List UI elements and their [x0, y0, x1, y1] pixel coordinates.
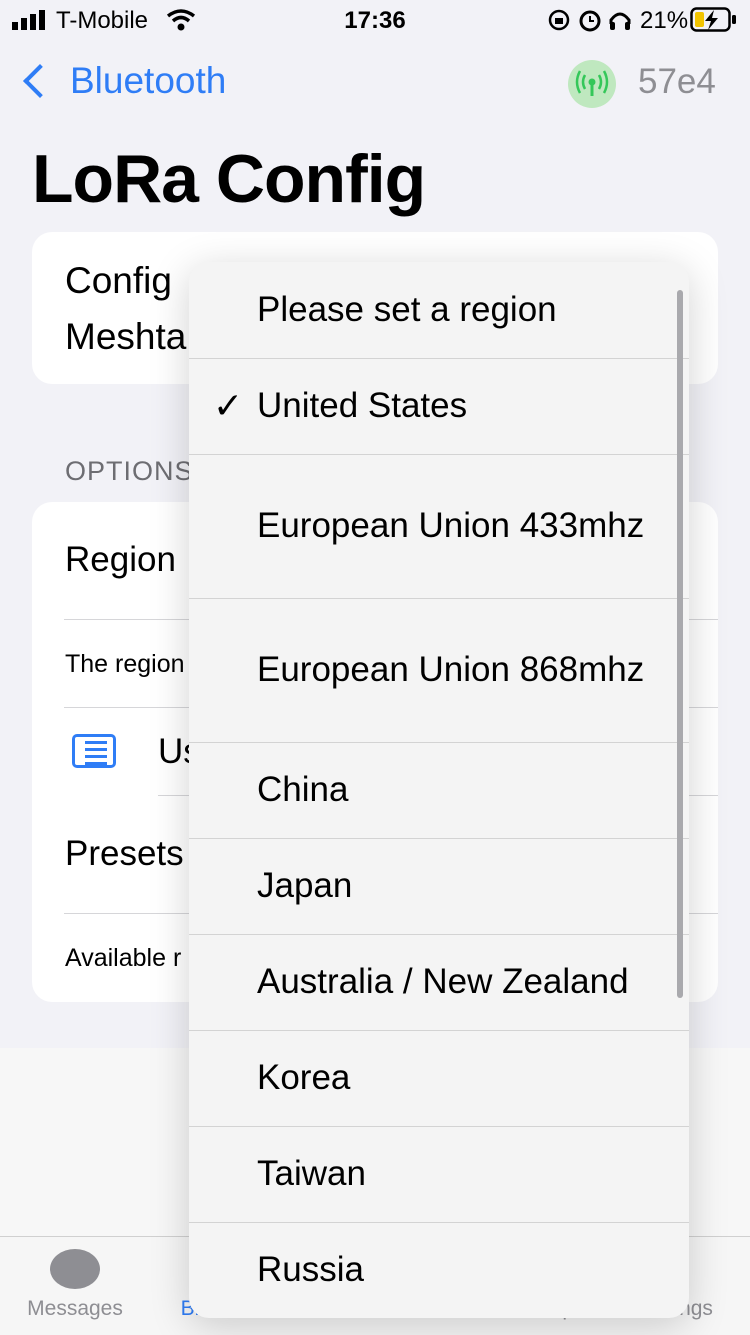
back-button[interactable]: Bluetooth: [18, 60, 226, 102]
presets-description: Available r: [65, 944, 182, 972]
list-icon: [72, 734, 116, 768]
presets-label[interactable]: Presets: [65, 834, 184, 874]
region-option-label: China: [257, 770, 349, 809]
checkmark-icon: ✓: [213, 385, 244, 426]
region-option[interactable]: Japan: [189, 838, 689, 935]
region-option-label: European Union 868mhz: [257, 650, 645, 689]
region-option-label: Japan: [257, 866, 353, 905]
chevron-left-icon: [23, 64, 57, 98]
status-bar: T-Mobile 17:36 21%: [0, 0, 750, 40]
region-description: The region: [65, 650, 185, 678]
region-option[interactable]: European Union 868mhz: [189, 598, 689, 743]
region-label[interactable]: Region: [65, 540, 176, 580]
region-option-label: European Union 433mhz: [257, 506, 645, 545]
region-option[interactable]: Korea: [189, 1030, 689, 1127]
region-option[interactable]: Please set a region: [189, 262, 689, 359]
node-id-label: 57e4: [638, 62, 716, 101]
menu-scrollbar[interactable]: [677, 290, 683, 998]
headphones-icon: [609, 12, 631, 30]
antenna-icon: [575, 70, 609, 96]
region-option[interactable]: Taiwan: [189, 1126, 689, 1223]
alarm-icon: [579, 10, 601, 32]
tab-messages[interactable]: Messages: [0, 1297, 150, 1321]
back-label: Bluetooth: [70, 60, 227, 101]
region-option-label: Korea: [257, 1058, 351, 1097]
region-option[interactable]: China: [189, 742, 689, 839]
region-option[interactable]: ✓ United States: [189, 358, 689, 455]
config-text-line2: Meshta: [65, 316, 187, 357]
node-connection-icon[interactable]: [568, 60, 616, 108]
region-dropdown-menu: Please set a region ✓ United States Europea…: [189, 262, 689, 1318]
page-title: LoRa Config: [32, 141, 426, 217]
region-option-label: Taiwan: [257, 1154, 366, 1193]
region-option-label: Russia: [257, 1250, 364, 1289]
options-section-header: OPTIONS: [65, 456, 194, 486]
clock: 17:36: [344, 7, 406, 34]
region-option-label: Australia / New Zealand: [257, 962, 629, 1001]
region-option-label: United States: [257, 386, 468, 425]
battery-icon: [690, 7, 736, 32]
region-option[interactable]: European Union 433mhz: [189, 454, 689, 599]
region-option-label: Please set a region: [257, 290, 557, 329]
chat-bubble-icon: [50, 1249, 100, 1289]
battery-percent: 21%: [640, 7, 689, 34]
region-option[interactable]: Russia: [189, 1222, 689, 1318]
region-option[interactable]: Australia / New Zealand: [189, 934, 689, 1031]
config-text-line1: Config: [65, 260, 172, 301]
rotation-lock-icon: [548, 9, 570, 31]
